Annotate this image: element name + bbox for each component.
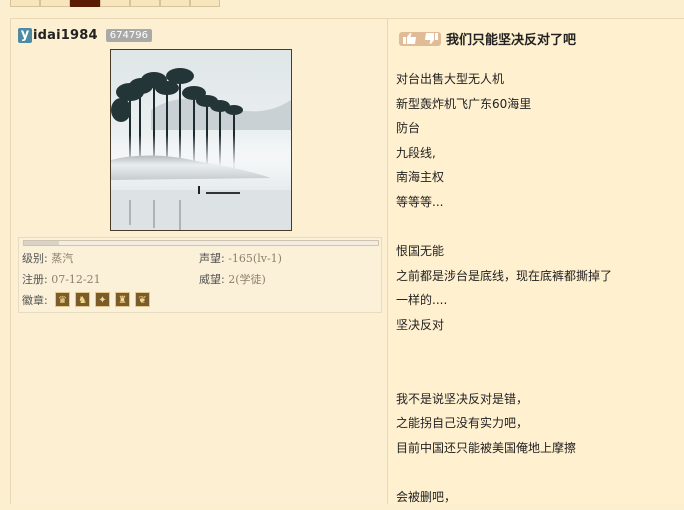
post-body: 对台出售大型无人机新型轰炸机飞广东60海里 防台九段线, 南海主权等等等... 恨国无…	[396, 67, 612, 510]
post-line: 防台	[396, 121, 421, 136]
post-title-row: 我们只能坚决反对了吧	[399, 29, 576, 48]
level-row: 级别: 蒸汽	[22, 250, 73, 266]
post-line: 目前中国还只能被美国俺地上摩擦	[396, 440, 577, 455]
post-line: 九段线,	[396, 145, 436, 160]
prestige-row: 威望: 2(学徒)	[199, 271, 266, 287]
badge-3-icon[interactable]: ✦	[95, 292, 110, 307]
level-value: 蒸汽	[51, 252, 74, 265]
badges-label: 徽章:	[22, 294, 48, 307]
level-progress-fill	[24, 241, 60, 245]
tab-7[interactable]	[190, 0, 220, 7]
avatar-landscape-image	[111, 50, 291, 230]
register-label: 注册:	[22, 273, 48, 286]
post-line: 坚决反对	[396, 317, 445, 332]
badge-1-icon[interactable]: ♛	[55, 292, 70, 307]
post-line: 南海主权	[396, 170, 445, 185]
post-line	[396, 215, 612, 240]
register-row: 注册: 07-12-21	[22, 271, 101, 287]
prestige-label: 威望:	[199, 273, 225, 286]
post-line: 新型轰炸机飞广东60海里	[396, 96, 532, 111]
tab-4[interactable]	[100, 0, 130, 7]
register-value: 07-12-21	[51, 273, 101, 286]
post-content-panel: 我们只能坚决反对了吧 对台出售大型无人机新型轰炸机飞广东60海里 防台九段线, 南海…	[388, 19, 684, 504]
avatar[interactable]	[110, 49, 292, 231]
vote-buttons	[399, 31, 441, 46]
tab-1[interactable]	[10, 0, 40, 7]
reputation-row: 声望: -165(lv-1)	[199, 250, 282, 266]
post-title: 我们只能坚决反对了吧	[446, 33, 577, 48]
badge-2-icon[interactable]: ♞	[75, 292, 90, 307]
post-line: 我不是说坚决反对是错，	[396, 391, 529, 406]
post-line: 会被删吧，	[396, 490, 457, 505]
prestige-value: 2(学徒)	[228, 273, 266, 286]
badge-list: ♛ ♞ ✦ ♜ ❦	[55, 292, 150, 307]
forum-post: y idai1984 674796 级别: 蒸汽 声望: -165(lv-1) …	[10, 18, 684, 504]
post-line	[396, 461, 612, 486]
level-progress-bar	[23, 240, 379, 246]
post-line: 之能拐自己没有实力吧，	[396, 416, 529, 431]
post-line: 之前都是涉台是底线，现在底裤都撕掉了	[396, 268, 613, 283]
user-id-badge: 674796	[105, 29, 152, 42]
tab-5[interactable]	[130, 0, 160, 7]
top-navigation	[0, 0, 684, 18]
reputation-label: 声望:	[199, 252, 225, 265]
post-line	[396, 338, 612, 363]
user-info-panel: y idai1984 674796 级别: 蒸汽 声望: -165(lv-1) …	[11, 19, 388, 504]
badge-5-icon[interactable]: ❦	[135, 292, 150, 307]
badges-row: 徽章:	[22, 292, 48, 308]
post-line	[396, 362, 612, 387]
thumbs-up-icon[interactable]	[402, 33, 417, 44]
post-line: 等等等...	[396, 194, 444, 209]
user-header: y idai1984 674796	[18, 27, 152, 44]
page-tabs	[10, 0, 220, 7]
post-line: 对台出售大型无人机	[396, 72, 505, 86]
user-level-icon: y	[18, 28, 32, 43]
post-line: 一样的....	[396, 293, 448, 308]
level-label: 级别:	[22, 252, 48, 265]
user-stats-box: 级别: 蒸汽 声望: -165(lv-1) 注册: 07-12-21 威望: 2…	[18, 237, 382, 313]
badge-4-icon[interactable]: ♜	[115, 292, 130, 307]
thumbs-down-icon[interactable]	[424, 33, 438, 44]
tab-active[interactable]	[70, 0, 100, 7]
username[interactable]: idai1984	[33, 28, 98, 43]
tab-2[interactable]	[40, 0, 70, 7]
tab-6[interactable]	[160, 0, 190, 7]
post-line: 恨国无能	[396, 244, 445, 259]
reputation-value: -165(lv-1)	[228, 252, 282, 265]
